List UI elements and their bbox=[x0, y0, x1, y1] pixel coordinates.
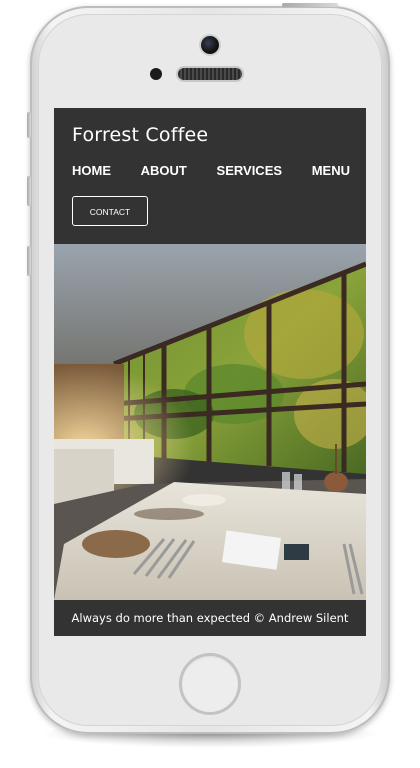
volume-up-button bbox=[27, 176, 31, 206]
power-button bbox=[282, 3, 338, 7]
nav-home-link[interactable]: HOME bbox=[72, 163, 111, 178]
nav-services-link[interactable]: SERVICES bbox=[217, 163, 283, 178]
site-footer: Always do more than expected © Andrew Si… bbox=[54, 600, 366, 636]
mockup-stage: Forrest Coffee HOME ABOUT SERVICES MENU … bbox=[0, 0, 420, 768]
nav-about-link[interactable]: ABOUT bbox=[141, 163, 187, 178]
earpiece-speaker bbox=[178, 68, 242, 80]
contact-button[interactable]: CONTACT bbox=[72, 196, 148, 226]
site-brand[interactable]: Forrest Coffee bbox=[72, 124, 208, 146]
mute-switch bbox=[27, 112, 31, 138]
phone-screen: Forrest Coffee HOME ABOUT SERVICES MENU … bbox=[54, 108, 366, 636]
front-camera-icon bbox=[201, 36, 219, 54]
nav-menu-link[interactable]: MENU bbox=[312, 163, 350, 178]
volume-down-button bbox=[27, 246, 31, 276]
home-button[interactable] bbox=[179, 653, 241, 715]
site-header: Forrest Coffee HOME ABOUT SERVICES MENU … bbox=[54, 108, 366, 244]
hero-restaurant-image bbox=[54, 244, 366, 600]
proximity-sensor bbox=[150, 68, 162, 80]
main-nav: HOME ABOUT SERVICES MENU bbox=[72, 163, 350, 178]
